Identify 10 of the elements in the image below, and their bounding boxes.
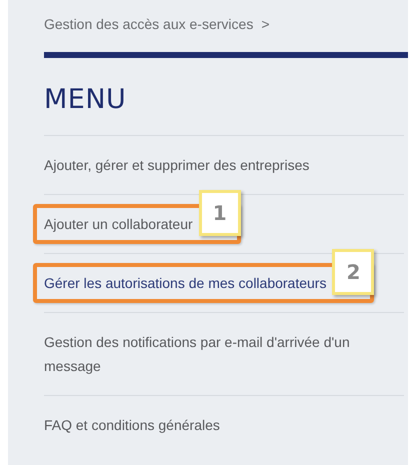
callout-number: 1 xyxy=(198,190,241,236)
menu-item[interactable]: FAQ et conditions générales xyxy=(44,413,220,437)
menu-item[interactable]: Gérer les autorisations de mes collaborateurs xyxy=(44,271,326,295)
menu-item[interactable]: Gestion des notifications par e-mail d'arrivée d'un message xyxy=(44,330,404,378)
callout-number: 2 xyxy=(332,249,374,295)
breadcrumb-separator: > xyxy=(261,16,270,32)
menu-item[interactable]: Ajouter un collaborateur xyxy=(44,212,193,236)
breadcrumb-link[interactable]: Gestion des accès aux e-services xyxy=(44,16,254,32)
menu-item[interactable]: Ajouter, gérer et supprimer des entreprises xyxy=(44,153,310,177)
menu-title: MENU xyxy=(44,84,128,115)
